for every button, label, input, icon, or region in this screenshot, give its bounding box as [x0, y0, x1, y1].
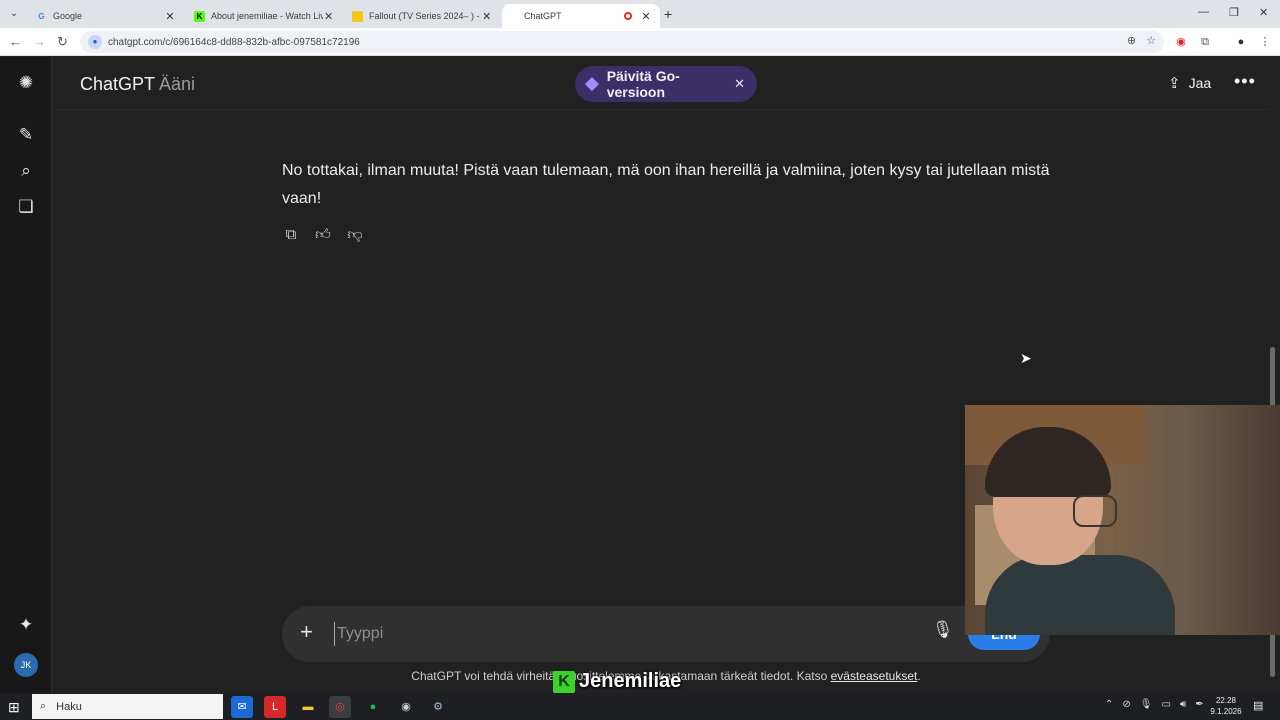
tab-title: Fallout (TV Series 2024– ) - IMD [369, 11, 482, 21]
sidebar-rail: ✺ ✎ ⌕ ❏ ✦ JK [0, 57, 52, 693]
google-icon: G [38, 11, 45, 21]
share-icon: ⇪ [1168, 75, 1181, 92]
new-tab-button[interactable]: + [664, 6, 672, 22]
clock-time: 22.28 [1215, 696, 1237, 705]
search-icon[interactable]: ⌕ [14, 159, 38, 183]
composer: + 🎙︎ Lnd [282, 606, 1050, 662]
address-bar[interactable]: ● chatgpt.com/c/696164c8-dd88-832b-afbc-… [80, 31, 1164, 53]
sparkle-icon[interactable]: ✦ [14, 613, 38, 637]
thumbs-down-icon[interactable]: 👎︎ [346, 226, 364, 246]
message-actions: ⧉ 👍︎ 👎︎ [282, 226, 364, 246]
browser-tab-kick[interactable]: K About jenemiliae - Watch Live o ✕ [184, 4, 342, 28]
thumbs-up-icon[interactable]: 👍︎ [314, 226, 332, 246]
recording-icon [624, 12, 632, 20]
l-app-icon[interactable]: L [264, 696, 286, 718]
mic-active-icon[interactable]: ● [88, 35, 102, 49]
copy-icon[interactable]: ⧉ [282, 226, 300, 246]
display-icon[interactable]: ▭ [1161, 699, 1170, 710]
assistant-message: No tottakai, ilman muuta! Pistä vaan tul… [282, 162, 1050, 207]
search-icon: ⌕ [40, 700, 47, 712]
forward-icon[interactable]: → [33, 34, 46, 49]
mic-tray-icon[interactable]: 🎙︎ [1140, 699, 1153, 710]
streamer-name: Jenemiliae [579, 670, 682, 692]
browser-tab-imdb[interactable]: Fallout (TV Series 2024– ) - IMD ✕ [342, 4, 500, 28]
restore-icon[interactable]: ❐ [1229, 6, 1239, 19]
clock-date: 9.1.2026 [1210, 707, 1242, 716]
network-icon[interactable]: ⊘ [1122, 699, 1130, 710]
more-options-icon[interactable]: ••• [1234, 71, 1256, 92]
close-tab-icon[interactable]: ✕ [323, 10, 334, 23]
taskbar-search[interactable]: ⌕ Haku [32, 694, 223, 719]
windows-taskbar: ⊞ ⌕ Haku ✉ L ▬ ◎ ● ◉ ⚙ ⌃ ⊘ 🎙︎ ▭ 🔊︎ ✒ 22.… [0, 693, 1280, 720]
tab-title: About jenemiliae - Watch Live o [211, 11, 324, 21]
kick-icon: K [194, 10, 205, 22]
system-clock[interactable]: 22.28 9.1.2026 [1206, 695, 1246, 717]
minimize-icon[interactable]: — [1198, 6, 1209, 18]
webcam-person-body [985, 555, 1175, 635]
url-text[interactable]: chatgpt.com/c/696164c8-dd88-832b-afbc-09… [108, 37, 360, 48]
profile-icon[interactable]: ● [1234, 35, 1248, 49]
reload-icon[interactable]: ↻ [57, 34, 68, 50]
upgrade-label: Päivitä Go-versioon [606, 68, 680, 100]
zoom-icon[interactable]: ⊕ [1127, 34, 1136, 47]
mail-app-icon[interactable]: ✉ [231, 696, 253, 718]
chrome-icon[interactable]: ◎ [329, 696, 351, 718]
webcam-person-glasses [1073, 495, 1117, 527]
stream-name-overlay: K Jenemiliae [553, 670, 681, 693]
volume-icon[interactable]: 🔊︎ [1180, 699, 1186, 710]
tab-title: ChatGPT [524, 11, 562, 21]
openai-logo-icon[interactable]: ✺ [14, 71, 38, 95]
imdb-icon [352, 10, 363, 22]
steam-icon[interactable]: ⚙ [427, 696, 449, 718]
share-label: Jaa [1188, 75, 1212, 91]
disclaimer-end: . [917, 669, 921, 683]
system-tray: ⌃ ⊘ 🎙︎ ▭ 🔊︎ ✒ [1105, 699, 1204, 710]
app-title: ChatGPT [80, 74, 156, 94]
browser-tab-chatgpt[interactable]: ChatGPT ✕ [502, 4, 660, 28]
close-window-icon[interactable]: ✕ [1259, 6, 1268, 19]
bookmark-star-icon[interactable]: ☆ [1146, 34, 1156, 47]
library-icon[interactable]: ❏ [14, 195, 38, 219]
message-input[interactable] [334, 622, 894, 646]
close-tab-icon[interactable]: ✕ [164, 10, 176, 23]
upgrade-pill[interactable]: Päivitä Go-versioon ✕ [575, 66, 757, 102]
mode-label: Ääni [159, 74, 196, 94]
tab-title: Google [53, 11, 83, 21]
back-icon[interactable]: ← [9, 34, 22, 49]
notification-icon[interactable]: ▤ [1253, 699, 1263, 712]
diamond-icon [584, 77, 599, 91]
share-button[interactable]: ⇪ Jaa [1168, 74, 1211, 92]
new-chat-icon[interactable]: ✎ [14, 123, 38, 147]
close-tab-icon[interactable]: ✕ [640, 10, 652, 23]
chevron-up-icon[interactable]: ⌃ [1105, 699, 1113, 710]
model-selector[interactable]: ChatGPT Ääni [80, 74, 195, 95]
browser-toolbar: ← → ↻ ● chatgpt.com/c/696164c8-dd88-832b… [0, 28, 1280, 56]
file-explorer-icon[interactable]: ▬ [297, 696, 319, 718]
browser-menu-icon[interactable]: ⋮ [1258, 35, 1272, 49]
close-icon[interactable]: ✕ [734, 76, 745, 92]
kick-logo-icon: K [553, 670, 575, 693]
tab-search-icon[interactable]: ⌄ [6, 6, 22, 22]
microphone-icon[interactable]: 🎙︎ [932, 620, 954, 640]
add-attachment-button[interactable]: + [300, 619, 313, 645]
spotify-icon[interactable]: ● [362, 696, 384, 718]
webcam-overlay [965, 405, 1280, 635]
windows-start-icon[interactable]: ⊞ [8, 699, 20, 716]
browser-tabstrip: ⌄ G Google ✕ K About jenemiliae - Watch … [0, 0, 1280, 28]
pen-icon[interactable]: ✒ [1195, 699, 1203, 710]
cookie-settings-link[interactable]: evästeasetukset [831, 669, 918, 683]
browser-tab-google[interactable]: G Google ✕ [26, 4, 184, 28]
extensions-icon[interactable]: ⧉ [1198, 35, 1212, 49]
opera-extension-icon[interactable]: ◉ [1174, 35, 1188, 49]
close-tab-icon[interactable]: ✕ [482, 10, 492, 23]
mouse-pointer-icon: ➤ [1020, 350, 1032, 366]
taskbar-search-label: Haku [56, 700, 82, 713]
obs-icon[interactable]: ◉ [395, 696, 417, 718]
header-divider [53, 109, 1268, 110]
